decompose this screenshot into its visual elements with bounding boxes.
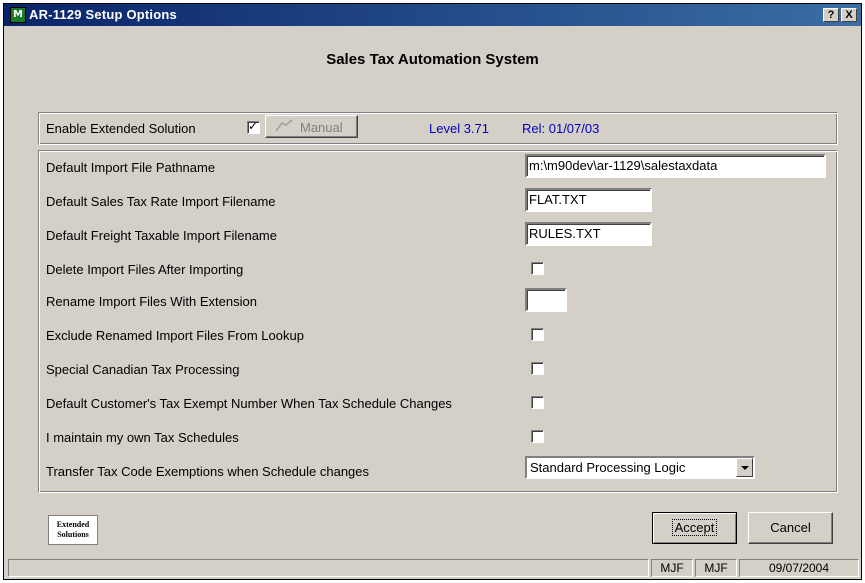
- rate-file-label: Default Sales Tax Rate Import Filename: [46, 194, 276, 209]
- transfer-exemptions-select[interactable]: Standard Processing Logic: [525, 456, 755, 479]
- own-schedules-checkbox[interactable]: [531, 430, 544, 443]
- setup-options-window: M AR-1129 Setup Options ? X Sales Tax Au…: [3, 3, 862, 580]
- enable-extended-checkbox[interactable]: [247, 119, 260, 134]
- status-user-panel-2: MJF: [695, 559, 737, 577]
- transfer-exemptions-label: Transfer Tax Code Exemptions when Schedu…: [46, 464, 370, 479]
- import-path-label: Default Import File Pathname: [46, 160, 216, 175]
- import-path-input[interactable]: m:\m90dev\ar-1129\salestaxdata: [525, 154, 826, 178]
- delete-files-checkbox[interactable]: [531, 262, 544, 275]
- tax-exempt-label: Default Customer's Tax Exempt Number Whe…: [46, 396, 452, 411]
- enable-extended-label: Enable Extended Solution: [46, 121, 196, 136]
- canadian-tax-checkbox[interactable]: [531, 362, 544, 375]
- cancel-button[interactable]: Cancel: [748, 512, 833, 544]
- status-bar: MJF MJF 09/07/2004: [4, 557, 861, 579]
- title-bar[interactable]: M AR-1129 Setup Options ? X: [4, 4, 861, 26]
- chevron-down-icon[interactable]: [736, 458, 753, 477]
- version-level: Level 3.71: [429, 121, 489, 136]
- tax-exempt-checkbox[interactable]: [531, 396, 544, 409]
- accept-button[interactable]: Accept: [652, 512, 737, 544]
- app-icon[interactable]: M: [10, 7, 26, 23]
- rename-extension-input[interactable]: [525, 288, 567, 312]
- own-schedules-label: I maintain my own Tax Schedules: [46, 430, 239, 445]
- release-date: Rel: 01/07/03: [522, 121, 600, 136]
- close-button[interactable]: X: [841, 8, 857, 22]
- page-title: Sales Tax Automation System: [326, 51, 539, 68]
- help-button[interactable]: ?: [823, 8, 839, 22]
- canadian-tax-label: Special Canadian Tax Processing: [46, 362, 240, 377]
- exclude-renamed-checkbox[interactable]: [531, 328, 544, 341]
- extended-solutions-logo: Extended Solutions: [48, 515, 98, 545]
- window-title: AR-1129 Setup Options: [29, 7, 177, 22]
- rename-files-label: Rename Import Files With Extension: [46, 294, 257, 309]
- manual-icon: [274, 119, 294, 133]
- delete-files-label: Delete Import Files After Importing: [46, 262, 244, 277]
- exclude-renamed-label: Exclude Renamed Import Files From Lookup: [46, 328, 304, 343]
- rate-file-input[interactable]: FLAT.TXT: [525, 188, 652, 212]
- freight-file-label: Default Freight Taxable Import Filename: [46, 228, 277, 243]
- status-user-panel: MJF: [651, 559, 693, 577]
- transfer-exemptions-value: Standard Processing Logic: [530, 460, 686, 475]
- status-message-panel: [8, 559, 649, 577]
- accept-label: Accept: [671, 519, 718, 536]
- manual-button[interactable]: Manual: [265, 115, 358, 138]
- status-date: 09/07/2004: [739, 559, 859, 577]
- freight-file-input[interactable]: RULES.TXT: [525, 222, 652, 246]
- manual-label: Manual: [300, 120, 343, 135]
